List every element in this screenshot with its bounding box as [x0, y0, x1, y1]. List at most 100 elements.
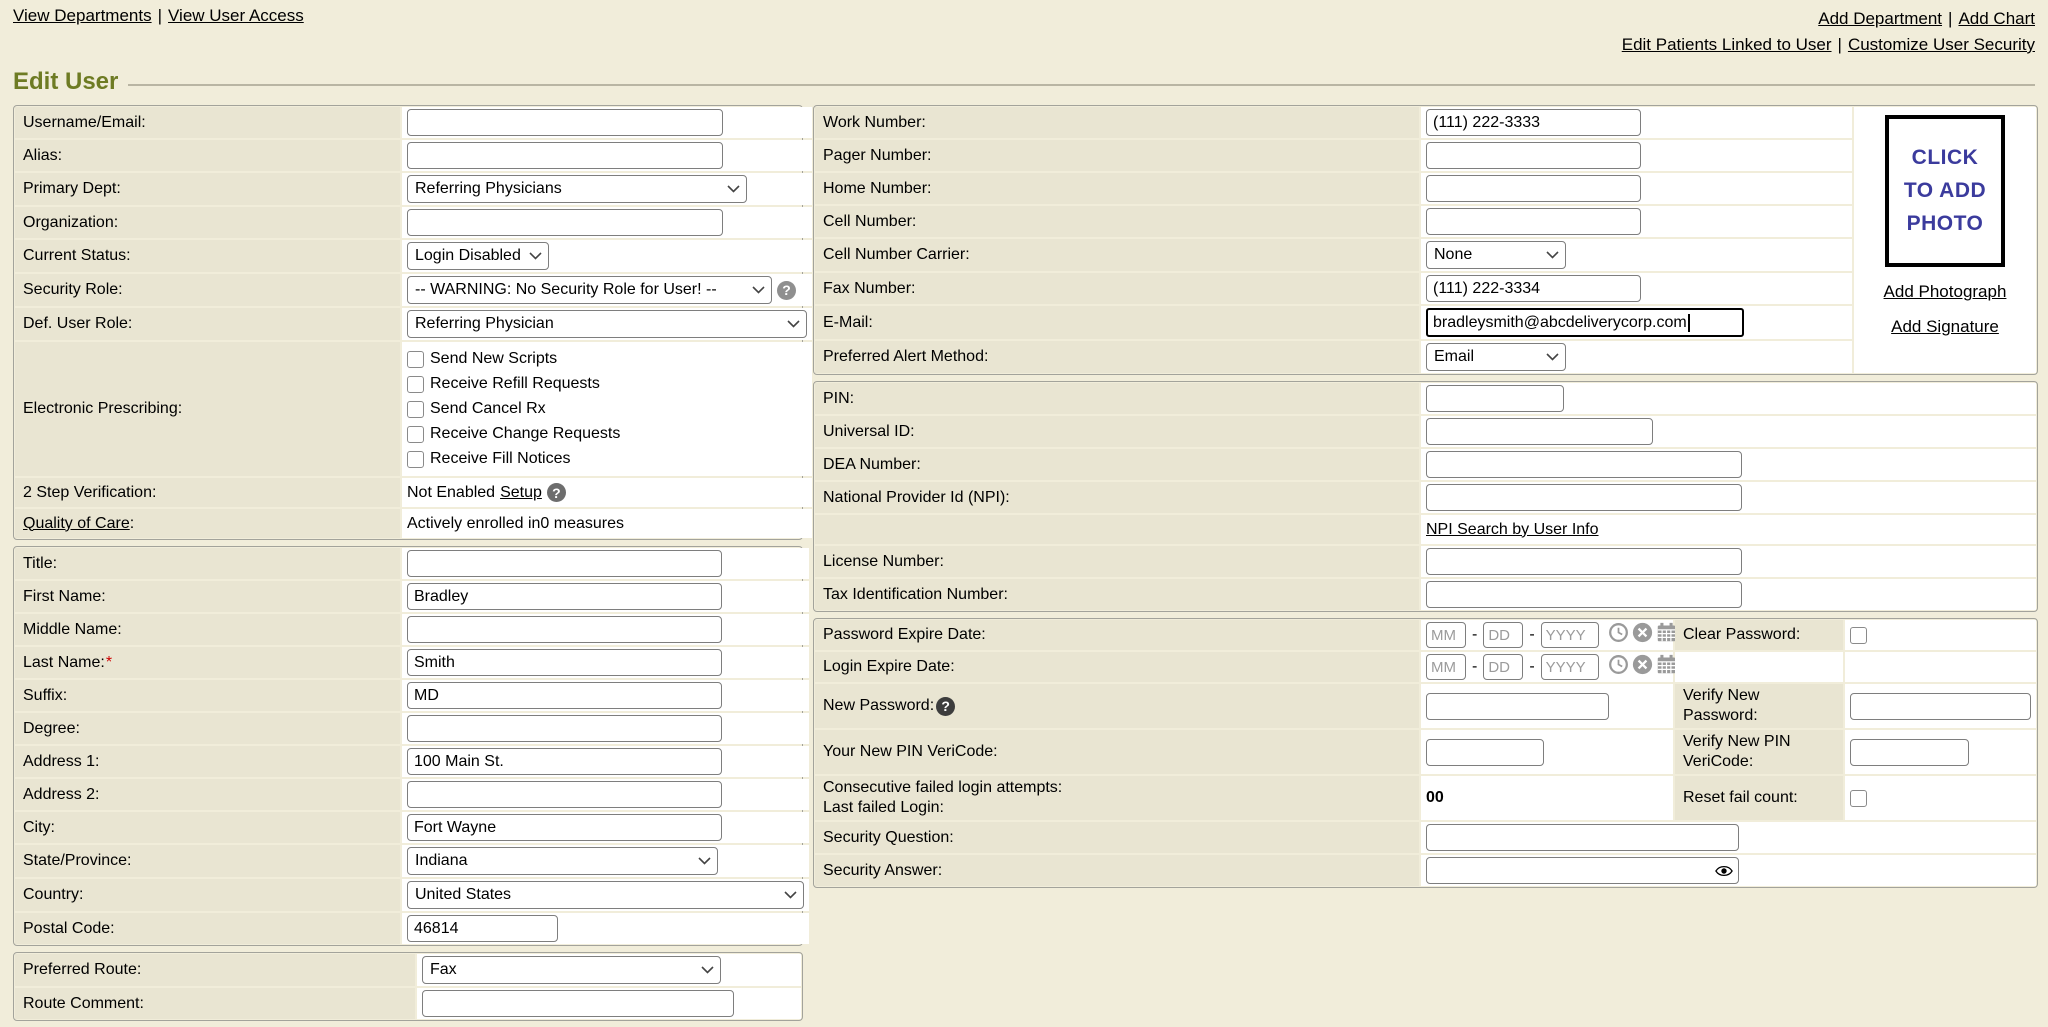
- password-security-group: Password Expire Date: - - Clear Password…: [813, 618, 2038, 888]
- verify-new-password-input[interactable]: [1850, 693, 2031, 720]
- nav-separator: |: [158, 6, 162, 26]
- password-expire-date-icons: [1608, 622, 1677, 648]
- clock-icon[interactable]: [1608, 622, 1629, 648]
- primary-dept-value: Referring Physicians: [415, 180, 562, 198]
- password-expire-mm-input[interactable]: [1426, 622, 1466, 648]
- new-password-input[interactable]: [1426, 693, 1609, 720]
- heading-rule: [128, 84, 2035, 86]
- universal-id-input[interactable]: [1426, 418, 1653, 445]
- two-step-help-icon[interactable]: ?: [547, 483, 566, 502]
- fax-number-input[interactable]: [1426, 275, 1641, 302]
- chevron-down-icon: [701, 966, 714, 974]
- electronic-prescribing-options: Send New Scripts Receive Refill Requests…: [402, 342, 812, 476]
- pin-vericode-label: Your New PIN VeriCode:: [815, 730, 1419, 774]
- route-comment-input[interactable]: [422, 990, 734, 1017]
- customize-user-security-link[interactable]: Customize User Security: [1848, 35, 2035, 54]
- pin-input[interactable]: [1426, 385, 1564, 412]
- current-status-select[interactable]: Login Disabled: [407, 242, 549, 270]
- send-cancel-rx-checkbox[interactable]: [407, 401, 424, 418]
- login-expire-yyyy-input[interactable]: [1541, 654, 1599, 680]
- last-name-input[interactable]: [407, 649, 722, 676]
- alias-input[interactable]: [407, 142, 723, 169]
- send-new-scripts-checkbox[interactable]: [407, 351, 424, 368]
- add-department-link[interactable]: Add Department: [1818, 9, 1942, 28]
- add-chart-link[interactable]: Add Chart: [1958, 9, 2035, 28]
- npi-search-link[interactable]: NPI Search by User Info: [1426, 521, 1599, 539]
- pin-vericode-input[interactable]: [1426, 739, 1544, 766]
- country-select[interactable]: United States: [407, 881, 804, 909]
- address2-input[interactable]: [407, 781, 722, 808]
- cell-carrier-select[interactable]: None: [1426, 241, 1566, 269]
- password-expire-dd-input[interactable]: [1483, 622, 1523, 648]
- quality-of-care-link[interactable]: Quality of Care: [23, 515, 130, 533]
- photo-cell: CLICK TO ADD PHOTO Add Photograph Add Si…: [1854, 107, 2036, 373]
- view-departments-link[interactable]: View Departments: [13, 6, 152, 25]
- license-number-label: License Number:: [815, 546, 1419, 577]
- username-input[interactable]: [407, 109, 723, 136]
- new-password-help-icon[interactable]: ?: [936, 697, 955, 716]
- state-select[interactable]: Indiana: [407, 847, 718, 875]
- security-question-input[interactable]: [1426, 824, 1739, 851]
- send-new-scripts-label: Send New Scripts: [430, 350, 557, 368]
- calendar-icon[interactable]: [1656, 654, 1677, 680]
- name-address-group: Title: First Name: Middle Name: Last Nam…: [13, 546, 803, 946]
- date-separator: -: [1529, 626, 1534, 644]
- primary-dept-select[interactable]: Referring Physicians: [407, 175, 747, 203]
- title-input[interactable]: [407, 550, 722, 577]
- receive-refill-requests-checkbox[interactable]: [407, 376, 424, 393]
- login-expire-mm-input[interactable]: [1426, 654, 1466, 680]
- add-signature-link[interactable]: Add Signature: [1891, 317, 1999, 337]
- password-expire-yyyy-input[interactable]: [1541, 622, 1599, 648]
- failed-logins-label: Consecutive failed login attempts: Last …: [815, 776, 1419, 820]
- new-password-label: New Password:?: [815, 684, 1419, 728]
- receive-fill-notices-checkbox[interactable]: [407, 451, 424, 468]
- view-user-access-link[interactable]: View User Access: [168, 6, 304, 25]
- city-input[interactable]: [407, 814, 722, 841]
- alert-method-select[interactable]: Email: [1426, 343, 1566, 371]
- nav-separator: |: [1948, 6, 1952, 32]
- alias-label: Alias:: [15, 140, 400, 171]
- address1-input[interactable]: [407, 748, 722, 775]
- show-password-eye-icon[interactable]: [1715, 864, 1733, 878]
- quality-of-care-colon: :: [130, 515, 134, 533]
- edit-patients-linked-link[interactable]: Edit Patients Linked to User: [1622, 35, 1832, 54]
- security-role-select[interactable]: -- WARNING: No Security Role for User! -…: [407, 276, 772, 304]
- address2-label: Address 2:: [15, 779, 400, 810]
- calendar-icon[interactable]: [1656, 622, 1677, 648]
- two-step-setup-link[interactable]: Setup: [500, 484, 542, 502]
- npi-input[interactable]: [1426, 484, 1742, 511]
- clear-date-icon[interactable]: [1632, 622, 1653, 648]
- clear-password-checkbox[interactable]: [1850, 627, 1867, 644]
- fax-number-label: Fax Number:: [815, 273, 1419, 304]
- reset-fail-count-checkbox[interactable]: [1850, 790, 1867, 807]
- receive-change-requests-checkbox[interactable]: [407, 426, 424, 443]
- middle-name-input[interactable]: [407, 616, 722, 643]
- add-photograph-link[interactable]: Add Photograph: [1884, 282, 2007, 302]
- cell-number-label: Cell Number:: [815, 206, 1419, 237]
- tax-id-input[interactable]: [1426, 581, 1742, 608]
- state-label: State/Province:: [15, 845, 400, 877]
- pager-number-label: Pager Number:: [815, 140, 1419, 171]
- country-value: United States: [415, 886, 511, 904]
- home-number-input[interactable]: [1426, 175, 1641, 202]
- suffix-input[interactable]: [407, 682, 722, 709]
- security-answer-input[interactable]: [1426, 857, 1739, 884]
- cell-number-input[interactable]: [1426, 208, 1641, 235]
- clear-date-icon[interactable]: [1632, 654, 1653, 680]
- degree-input[interactable]: [407, 715, 722, 742]
- dea-number-input[interactable]: [1426, 451, 1742, 478]
- organization-input[interactable]: [407, 209, 723, 236]
- email-input[interactable]: bradleysmith@abcdeliverycorp.com: [1426, 308, 1744, 337]
- work-number-input[interactable]: [1426, 109, 1641, 136]
- login-expire-dd-input[interactable]: [1483, 654, 1523, 680]
- preferred-route-select[interactable]: Fax: [422, 956, 721, 984]
- pager-number-input[interactable]: [1426, 142, 1641, 169]
- verify-pin-vericode-input[interactable]: [1850, 739, 1969, 766]
- def-user-role-select[interactable]: Referring Physician: [407, 310, 807, 338]
- postal-code-input[interactable]: [407, 915, 558, 942]
- security-role-help-icon[interactable]: ?: [777, 281, 796, 300]
- clock-icon[interactable]: [1608, 654, 1629, 680]
- add-photo-box[interactable]: CLICK TO ADD PHOTO: [1885, 115, 2005, 267]
- license-number-input[interactable]: [1426, 548, 1742, 575]
- first-name-input[interactable]: [407, 583, 722, 610]
